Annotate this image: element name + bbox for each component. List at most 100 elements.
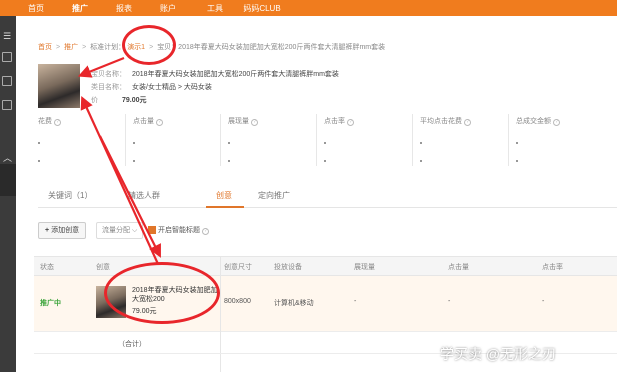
metric-clicks: 点击量? bbox=[125, 114, 227, 166]
traffic-allocation-select[interactable]: 流量分配 ⌵ bbox=[96, 222, 144, 239]
metric-label: 总成交金额 bbox=[516, 118, 551, 125]
breadcrumb-item: 宝贝：2018年春夏大码女装加肥加大宽松200斤两件套大清腿裤胖mm套装 bbox=[157, 44, 386, 51]
traffic-allocation-label: 流量分配 bbox=[102, 227, 130, 234]
metric-value-dot bbox=[133, 142, 135, 144]
help-icon[interactable]: ? bbox=[251, 119, 258, 126]
creative-clicks: - bbox=[448, 298, 451, 305]
creative-ctr: - bbox=[542, 298, 545, 305]
help-icon[interactable]: ? bbox=[553, 119, 560, 126]
divider bbox=[508, 114, 509, 166]
product-price-row: 价 79.00元 bbox=[91, 95, 147, 105]
metric-value-dot bbox=[516, 142, 518, 144]
column-divider bbox=[220, 256, 221, 372]
metric-value-dot bbox=[420, 142, 422, 144]
menu-icon[interactable]: ☰ bbox=[3, 31, 11, 42]
plus-icon: + bbox=[45, 227, 50, 234]
product-image bbox=[38, 64, 80, 108]
chevron-down-icon: ⌵ bbox=[130, 227, 138, 234]
nav-tools[interactable]: 工具 bbox=[190, 3, 240, 14]
metric-label: 点击量 bbox=[133, 118, 154, 125]
add-creative-label: 添加创意 bbox=[51, 227, 80, 234]
breadcrumb: 首页 > 推广 > 标准计划： 演示1 > 宝贝：2018年春夏大码女装加肥加大宽松200斤两… bbox=[38, 44, 386, 51]
sidebar-active-block bbox=[0, 164, 16, 196]
metric-value-dot bbox=[38, 160, 40, 162]
metric-cost: 花费? bbox=[38, 116, 132, 162]
th-clicks: 点击量 bbox=[448, 264, 469, 271]
sidebar-icon-3[interactable] bbox=[2, 100, 12, 110]
smart-title-label: 开启智能标题 bbox=[158, 227, 200, 234]
top-nav: 首页 推广 报表 账户 工具 妈妈CLUB bbox=[0, 0, 617, 16]
creative-device: 计算机&移动 bbox=[274, 300, 314, 307]
metric-value-dot bbox=[324, 160, 326, 162]
tab-active-indicator bbox=[206, 206, 244, 208]
nav-reports[interactable]: 报表 bbox=[102, 3, 146, 14]
metric-value-dot bbox=[228, 142, 230, 144]
nav-promotion[interactable]: 推广 bbox=[58, 3, 102, 14]
breadcrumb-plan-label: 标准计划： bbox=[90, 44, 126, 51]
th-ctr: 点击率 bbox=[542, 264, 563, 271]
metric-value-dot bbox=[420, 160, 422, 162]
sidebar-icon-1[interactable] bbox=[2, 52, 12, 62]
product-price: 79.00元 bbox=[122, 97, 147, 104]
smart-title-checkbox[interactable]: 开启智能标题? bbox=[148, 225, 209, 235]
metric-label: 花费 bbox=[38, 118, 52, 125]
tab-keywords[interactable]: 关键词（1） bbox=[48, 190, 92, 201]
nav-mama-club[interactable]: 妈妈CLUB bbox=[240, 3, 284, 14]
total-label: （合计） bbox=[118, 341, 146, 348]
metric-gmv: 总成交金额? bbox=[508, 114, 610, 166]
th-device: 投放设备 bbox=[274, 264, 302, 271]
add-creative-button[interactable]: + 添加创意 bbox=[38, 222, 87, 239]
divider bbox=[220, 114, 221, 166]
product-category: 女装/女士精品 > 大码女装 bbox=[132, 84, 212, 91]
breadcrumb-home[interactable]: 首页 bbox=[38, 44, 52, 51]
annotation-circle-creative bbox=[104, 262, 220, 324]
divider bbox=[316, 114, 317, 166]
product-category-label: 类目名称： bbox=[91, 84, 126, 91]
metric-label: 展现量 bbox=[228, 118, 249, 125]
metric-value-dot bbox=[133, 160, 135, 162]
nav-account[interactable]: 账户 bbox=[146, 3, 190, 14]
help-icon[interactable]: ? bbox=[202, 228, 209, 235]
annotation-circle-plan bbox=[122, 25, 176, 65]
product-price-label: 价 bbox=[91, 97, 98, 104]
th-creative: 创意 bbox=[96, 264, 110, 271]
metric-value-dot bbox=[324, 142, 326, 144]
nav-home[interactable]: 首页 bbox=[14, 3, 58, 14]
sidebar: ☰ ︿ bbox=[0, 16, 16, 372]
help-icon[interactable]: ? bbox=[156, 119, 163, 126]
metrics-panel: 花费? 点击量? 展现量? 点击率? 平均点击花费? 总成交金额? bbox=[38, 114, 617, 172]
metric-impressions: 展现量? bbox=[220, 114, 322, 166]
product-name-row: 宝贝名称： 2018年春夏大码女装加肥加大宽松200斤两件套大清腿裤胖mm套装 bbox=[91, 69, 339, 79]
toolbar: + 添加创意 流量分配 ⌵ 开启智能标题? bbox=[38, 222, 617, 240]
metric-value-dot bbox=[516, 160, 518, 162]
help-icon[interactable]: ? bbox=[464, 119, 471, 126]
tab-audience[interactable]: 精选人群 bbox=[128, 190, 160, 201]
tab-creative[interactable]: 创意 bbox=[216, 190, 232, 201]
divider bbox=[412, 114, 413, 166]
tab-targeting[interactable]: 定向推广 bbox=[258, 190, 290, 201]
creative-size: 800x800 bbox=[224, 298, 251, 305]
th-impressions: 展现量 bbox=[354, 264, 375, 271]
help-icon[interactable]: ? bbox=[347, 119, 354, 126]
watermark: 学买卖 @无形之刃 bbox=[440, 346, 557, 362]
metric-value-dot bbox=[228, 160, 230, 162]
creative-impressions: - bbox=[354, 298, 357, 305]
checkbox-icon bbox=[148, 226, 156, 235]
status-badge: 推广中 bbox=[40, 300, 61, 307]
metric-label: 点击率 bbox=[324, 118, 345, 125]
tab-bar: 关键词（1） 精选人群 创意 定向推广 bbox=[38, 186, 617, 208]
chevron-up-icon[interactable]: ︿ bbox=[3, 151, 12, 164]
metric-cpc: 平均点击花费? bbox=[412, 114, 514, 166]
help-icon[interactable]: ? bbox=[54, 119, 61, 126]
sidebar-icon-2[interactable] bbox=[2, 76, 12, 86]
product-name-label: 宝贝名称： bbox=[91, 71, 126, 78]
product-category-row: 类目名称： 女装/女士精品 > 大码女装 bbox=[91, 82, 212, 92]
breadcrumb-promotion[interactable]: 推广 bbox=[64, 44, 78, 51]
metric-label: 平均点击花费 bbox=[420, 118, 462, 125]
divider bbox=[125, 114, 126, 166]
th-size: 创意尺寸 bbox=[224, 264, 252, 271]
product-name: 2018年春夏大码女装加肥加大宽松200斤两件套大清腿裤胖mm套装 bbox=[132, 71, 339, 78]
metric-ctr: 点击率? bbox=[316, 114, 418, 166]
metric-value-dot bbox=[38, 142, 40, 144]
th-status: 状态 bbox=[40, 264, 54, 271]
